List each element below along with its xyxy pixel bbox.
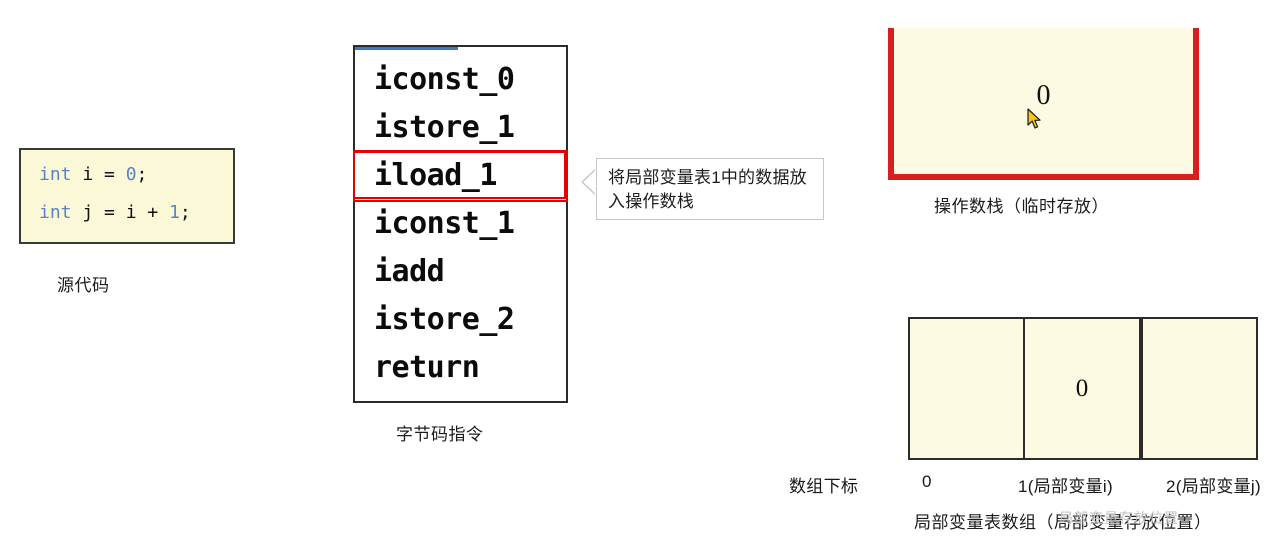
table-cell-0[interactable]	[910, 319, 1024, 458]
bytecode-instruction[interactable]: iconst_1	[355, 200, 566, 248]
bytecode-instruction-list: iconst_0 istore_1 iload_1 iconst_1 iadd …	[353, 47, 568, 392]
source-code-line-1: int i = 0;	[39, 164, 147, 185]
bytecode-instruction[interactable]: return	[355, 344, 566, 392]
bytecode-instruction[interactable]: iadd	[355, 248, 566, 296]
bytecode-instruction[interactable]: istore_1	[355, 104, 566, 152]
diagram-canvas: int i = 0; int j = i + 1; 源代码 iconst_0 i…	[0, 0, 1280, 536]
code-keyword: int	[39, 164, 72, 185]
bytecode-instruction-highlighted[interactable]: iload_1	[353, 150, 568, 202]
bytecode-caption: 字节码指令	[396, 425, 484, 444]
operand-stack-value: 0	[1036, 80, 1051, 111]
index-label-1: 1(局部变量i)	[1018, 477, 1113, 496]
source-code-line-2: int j = i + 1;	[39, 202, 191, 223]
local-variable-table: 0	[908, 317, 1258, 460]
table-cell-1[interactable]: 0	[1023, 319, 1139, 458]
table-index-row: 数组下标 0 1(局部变量i) 2(局部变量j)	[0, 472, 1280, 496]
index-label-2: 2(局部变量j)	[1166, 477, 1261, 496]
code-body: j = i +	[71, 202, 170, 223]
callout-tail-icon	[581, 168, 597, 196]
index-label-0: 0	[922, 472, 932, 491]
table-cell-2[interactable]	[1138, 319, 1256, 458]
code-literal: 0	[125, 164, 137, 185]
operand-stack-panel: 0	[888, 28, 1199, 180]
watermark-text: 局部变量存放位置	[1059, 510, 1179, 526]
bytecode-instruction[interactable]: iconst_0	[355, 56, 566, 104]
source-code-panel: int i = 0; int j = i + 1;	[19, 148, 235, 244]
code-keyword: int	[39, 202, 72, 223]
code-literal: 1	[169, 202, 180, 223]
bytecode-panel: iconst_0 istore_1 iload_1 iconst_1 iadd …	[353, 45, 568, 403]
callout-text: 将局部变量表1中的数据放入操作数栈	[608, 168, 807, 211]
index-row-label: 数组下标	[789, 477, 859, 496]
code-terminator: ;	[179, 202, 191, 223]
operand-stack-caption: 操作数栈（临时存放）	[934, 197, 1109, 216]
code-terminator: ;	[136, 164, 148, 185]
callout-box: 将局部变量表1中的数据放入操作数栈	[596, 158, 824, 220]
source-code-caption: 源代码	[57, 276, 110, 295]
bytecode-instruction[interactable]: istore_2	[355, 296, 566, 344]
mouse-cursor-icon	[1027, 108, 1041, 129]
code-body: i =	[71, 164, 126, 185]
